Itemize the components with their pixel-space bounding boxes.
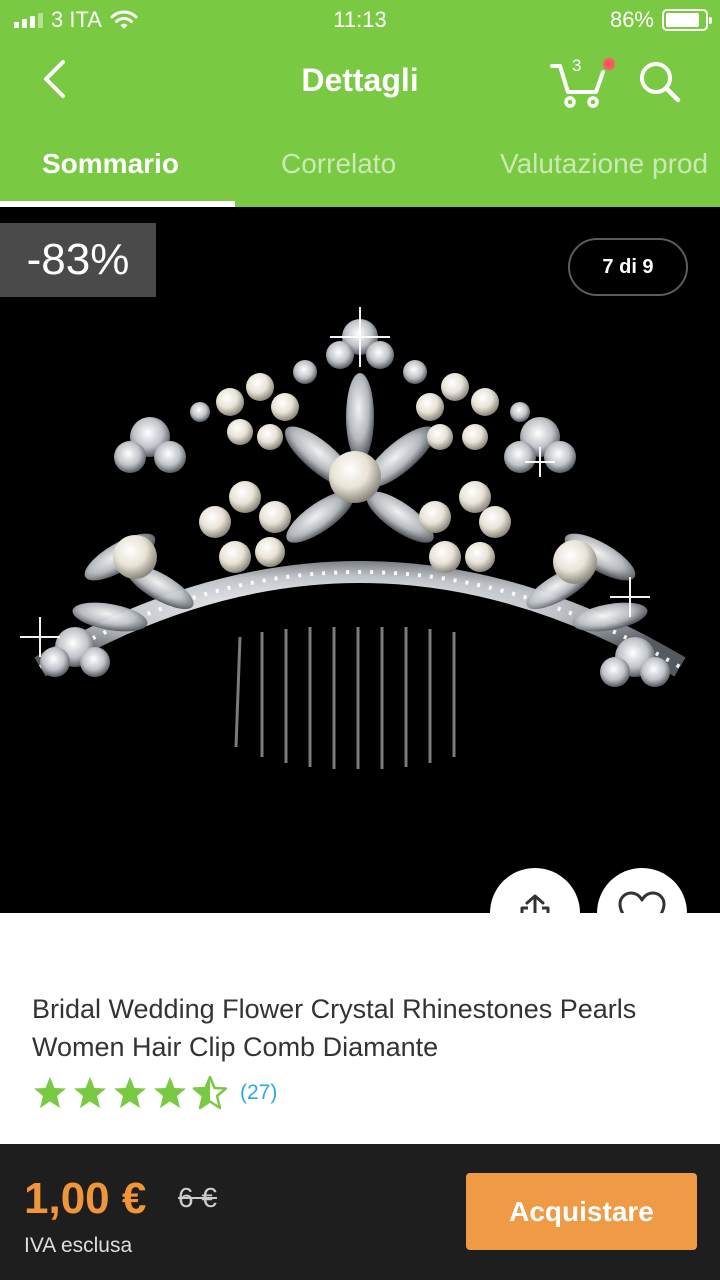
tab-sommario[interactable]: Sommario bbox=[42, 148, 179, 180]
star-icon bbox=[114, 1077, 146, 1108]
product-title: Bridal Wedding Flower Crystal Rhinestone… bbox=[32, 994, 637, 1062]
chevron-left-icon bbox=[44, 60, 65, 98]
vat-note: IVA esclusa bbox=[24, 1234, 133, 1257]
status-bar: 3 ITA 11:13 86% bbox=[0, 0, 720, 40]
share-icon bbox=[520, 894, 550, 913]
tab-bar: Sommario Correlato Valutazione prod bbox=[0, 130, 720, 207]
star-icon bbox=[34, 1077, 66, 1108]
favorite-button[interactable] bbox=[597, 868, 687, 913]
back-button[interactable] bbox=[30, 54, 80, 104]
share-button[interactable] bbox=[490, 868, 580, 913]
search-icon bbox=[640, 62, 681, 103]
product-image bbox=[20, 307, 686, 769]
search-button[interactable] bbox=[634, 56, 686, 108]
battery-icon bbox=[662, 9, 712, 31]
purchase-bar: 1,00 € 6 € IVA esclusa Acquistare bbox=[0, 1144, 720, 1280]
cart-count-badge: 3 bbox=[572, 56, 582, 75]
heart-icon bbox=[618, 891, 666, 913]
status-right: 86% bbox=[609, 7, 712, 33]
battery-percent: 86% bbox=[609, 7, 654, 32]
star-icon bbox=[154, 1077, 186, 1108]
tab-correlato[interactable]: Correlato bbox=[281, 148, 396, 180]
cart-notification-dot bbox=[603, 58, 615, 70]
current-price: 1,00 € bbox=[24, 1174, 147, 1223]
star-icon bbox=[74, 1077, 106, 1108]
buy-button[interactable]: Acquistare bbox=[466, 1173, 697, 1250]
star-half-icon bbox=[192, 1076, 228, 1110]
product-image-gallery[interactable]: -83% 7 di 9 bbox=[0, 207, 720, 913]
battery-level bbox=[666, 13, 699, 27]
cart-button[interactable]: 3 bbox=[548, 52, 620, 112]
review-count-link[interactable]: (27) bbox=[240, 1081, 277, 1105]
app-header: 3 ITA 11:13 86% Dettagli 3 Sommario Corr… bbox=[0, 0, 720, 207]
tab-valutazione[interactable]: Valutazione prod bbox=[500, 148, 708, 180]
original-price: 6 € bbox=[178, 1182, 217, 1213]
nav-bar: Dettagli 3 bbox=[0, 40, 720, 130]
product-rating[interactable]: (27) bbox=[32, 1076, 277, 1110]
